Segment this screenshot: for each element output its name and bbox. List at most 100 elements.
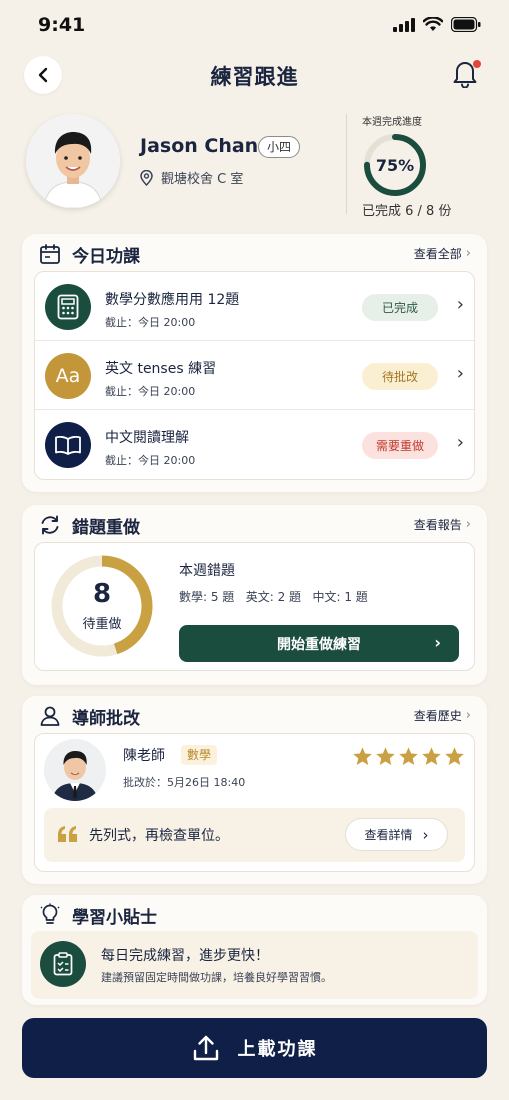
clipboard-icon <box>40 941 86 987</box>
status-badge: 待批改 <box>362 363 438 390</box>
location: 觀塘校舍 C 室 <box>140 168 243 187</box>
status-badge: 已完成 <box>362 294 438 321</box>
chevron-right-icon: › <box>465 708 471 723</box>
comment-box: 先列式，再檢查單位。 查看詳情 › <box>44 808 465 862</box>
task-title: 英文 tenses 練習 <box>105 361 217 377</box>
upload-homework-button[interactable]: 上載功課 <box>22 1018 487 1078</box>
chevron-right-icon: › <box>456 294 464 315</box>
task-row[interactable]: Aa 英文 tenses 練習 截止：今日 20:00 待批改 › <box>35 341 474 410</box>
status-bar: 9:41 <box>0 0 509 52</box>
button-label: 查看詳情 <box>364 828 413 842</box>
card-header: 錯題重做 查看報告 › <box>22 505 487 545</box>
task-row[interactable]: 中文閱讀理解 截止：今日 20:00 需要重做 › <box>35 410 474 479</box>
notification-dot <box>473 60 481 68</box>
link-label: 查看歷史 <box>413 709 462 723</box>
chevron-right-icon: › <box>456 363 464 384</box>
calculator-icon <box>45 284 91 330</box>
task-due: 截止：今日 20:00 <box>105 385 196 398</box>
chevron-right-icon: › <box>434 633 441 652</box>
refresh-icon <box>41 515 59 535</box>
star-icon <box>353 747 372 765</box>
button-label: 開始重做練習 <box>277 636 361 653</box>
task-row[interactable]: 數學分數應用用 12題 截止：今日 20:00 已完成 › <box>35 272 474 341</box>
task-due: 截止：今日 20:00 <box>105 316 196 329</box>
tutor-photo-icon <box>44 739 106 801</box>
progress-label: 本週完成進度 <box>362 117 422 128</box>
card-title: 導師批改 <box>72 709 140 729</box>
star-icon <box>422 747 441 765</box>
mistakes-breakdown: 數學: 5 題 英文: 2 題 中文: 1 題 <box>179 590 368 604</box>
link-label: 查看報告 <box>413 518 462 532</box>
student-avatar <box>26 114 120 208</box>
learning-tips-card: 學習小貼士 每日完成練習，進步更快！ 建議預留固定時間做功課，培養良好學習習慣。 <box>22 895 487 1005</box>
location-pin-icon <box>140 169 153 186</box>
view-all-link[interactable]: 查看全部 › <box>414 245 471 262</box>
task-title: 中文閱讀理解 <box>105 430 189 446</box>
subject-badge: 數學 <box>181 745 218 765</box>
profile-section: Jason Chan 小四 觀塘校舍 C 室 本週完成進度 75% 已完成 6 … <box>0 108 509 223</box>
button-label: 上載功課 <box>237 1039 318 1060</box>
calendar-icon <box>40 244 60 264</box>
signal-icon <box>393 17 415 32</box>
view-history-link[interactable]: 查看歷史 › <box>414 707 471 724</box>
divider <box>346 114 347 214</box>
chevron-right-icon: › <box>465 517 471 532</box>
tutor-review-card: 導師批改 查看歷史 › 陳老師 數學 批改於：5月26日 18:40 先列式，再檢… <box>22 696 487 884</box>
mistakes-card: 錯題重做 查看報告 › 8 待重做 本週錯題 數學: 5 題 英文: 2 題 中文… <box>22 505 487 685</box>
tutor-comment: 先列式，再檢查單位。 <box>89 828 229 844</box>
task-title: 數學分數應用用 12題 <box>105 292 240 308</box>
start-redo-button[interactable]: 開始重做練習 › <box>179 625 459 662</box>
star-icon <box>399 747 418 765</box>
link-label: 查看全部 <box>413 247 462 261</box>
task-list: 數學分數應用用 12題 截止：今日 20:00 已完成 › Aa 英文 tens… <box>34 271 475 480</box>
rating-stars <box>352 746 465 767</box>
wifi-icon <box>423 17 443 31</box>
page-title: 練習跟進 <box>210 65 299 89</box>
progress-count: 已完成 6 / 8 份 <box>362 204 452 219</box>
book-icon <box>45 422 91 468</box>
card-title: 錯題重做 <box>72 518 140 538</box>
today-homework-card: 今日功課 查看全部 › 數學分數應用用 12題 截止：今日 20:00 已完成 ›… <box>22 234 487 492</box>
status-time: 9:41 <box>38 14 86 36</box>
chevron-right-icon: › <box>456 432 464 453</box>
battery-icon <box>451 17 481 32</box>
card-header: 學習小貼士 <box>22 895 487 935</box>
tip-box: 每日完成練習，進步更快！ 建議預留固定時間做功課，培養良好學習習慣。 <box>31 931 478 999</box>
mistakes-count: 8 <box>92 579 112 609</box>
upload-icon <box>193 1035 218 1061</box>
text-aa-icon: Aa <box>45 353 91 399</box>
tutor-avatar <box>44 739 106 801</box>
chevron-right-icon: › <box>465 246 471 261</box>
notification-button[interactable] <box>451 58 481 90</box>
card-header: 導師批改 查看歷史 › <box>22 696 487 736</box>
status-badge: 需要重做 <box>362 432 438 459</box>
card-title: 今日功課 <box>72 247 140 267</box>
tutor-box: 陳老師 數學 批改於：5月26日 18:40 先列式，再檢查單位。 查看詳情 › <box>34 733 475 872</box>
student-photo-icon <box>26 114 120 208</box>
progress-percent: 75% <box>375 155 415 175</box>
nav-bar: 練習跟進 <box>0 52 509 98</box>
icon-text: Aa <box>55 365 81 387</box>
chevron-right-icon: › <box>422 825 429 844</box>
mistakes-count-label: 待重做 <box>82 617 122 632</box>
student-name: Jason Chan <box>140 135 259 157</box>
grade-badge: 小四 <box>258 136 301 158</box>
user-icon <box>40 706 60 726</box>
lightbulb-icon <box>40 903 60 924</box>
star-icon <box>376 747 395 765</box>
quote-icon <box>58 826 77 842</box>
card-title: 學習小貼士 <box>72 908 157 928</box>
week-title: 本週錯題 <box>179 563 235 579</box>
card-header: 今日功課 查看全部 › <box>22 234 487 274</box>
tutor-name: 陳老師 <box>123 748 165 764</box>
star-icon <box>445 747 464 765</box>
tip-body: 建議預留固定時間做功課，培養良好學習習慣。 <box>101 971 332 984</box>
review-date: 批改於：5月26日 18:40 <box>123 776 246 789</box>
location-text: 觀塘校舍 C 室 <box>161 172 244 187</box>
mistakes-box: 8 待重做 本週錯題 數學: 5 題 英文: 2 題 中文: 1 題 開始重做練… <box>34 542 475 671</box>
view-detail-button[interactable]: 查看詳情 › <box>345 818 448 851</box>
view-report-link[interactable]: 查看報告 › <box>414 516 471 533</box>
status-icons <box>393 17 481 32</box>
tip-headline: 每日完成練習，進步更快！ <box>101 948 269 964</box>
task-due: 截止：今日 20:00 <box>105 454 196 467</box>
